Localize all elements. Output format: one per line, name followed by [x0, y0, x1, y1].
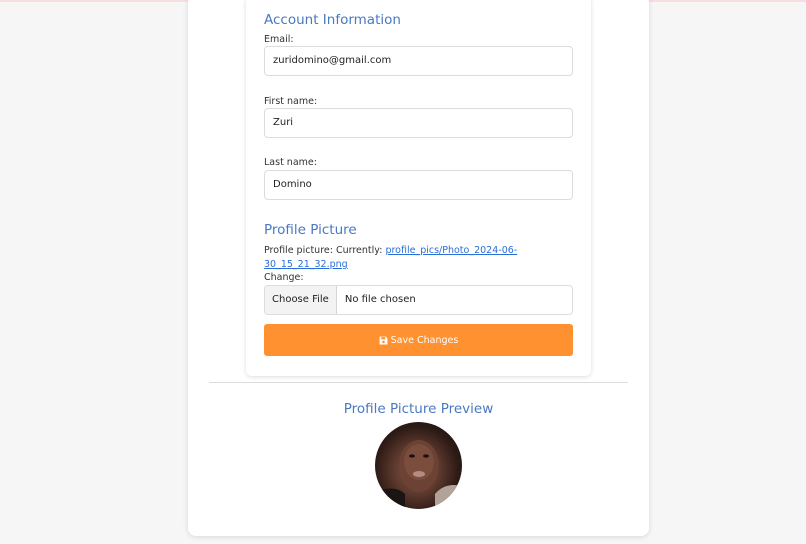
- email-label: Email:: [264, 34, 294, 45]
- email-field[interactable]: zuridomino@gmail.com: [264, 46, 573, 76]
- profile-avatar-image: [375, 422, 462, 509]
- current-picture-prefix: Profile picture: Currently:: [264, 245, 386, 256]
- floppy-disk-icon: [379, 336, 388, 344]
- last-name-field[interactable]: Domino: [264, 170, 573, 200]
- preview-title: Profile Picture Preview: [343, 401, 494, 417]
- divider: [209, 382, 628, 383]
- account-section-title: Account Information: [264, 12, 401, 28]
- first-name-label: First name:: [264, 96, 318, 107]
- save-changes-label: Save Changes: [390, 334, 459, 346]
- no-file-text: No file chosen: [344, 294, 416, 305]
- save-changes-button[interactable]: Save Changes: [264, 324, 573, 356]
- first-name-field[interactable]: Zuri: [264, 108, 573, 138]
- last-name-label: Last name:: [264, 157, 317, 168]
- profile-section-title: Profile Picture: [264, 222, 357, 238]
- current-picture-text: Profile picture: Currently: profile_pics…: [264, 244, 564, 272]
- file-input[interactable]: Choose File No file chosen: [264, 285, 573, 315]
- avatar-photo: [375, 440, 462, 509]
- choose-file-button[interactable]: Choose File: [265, 286, 337, 314]
- change-label: Change:: [264, 272, 304, 283]
